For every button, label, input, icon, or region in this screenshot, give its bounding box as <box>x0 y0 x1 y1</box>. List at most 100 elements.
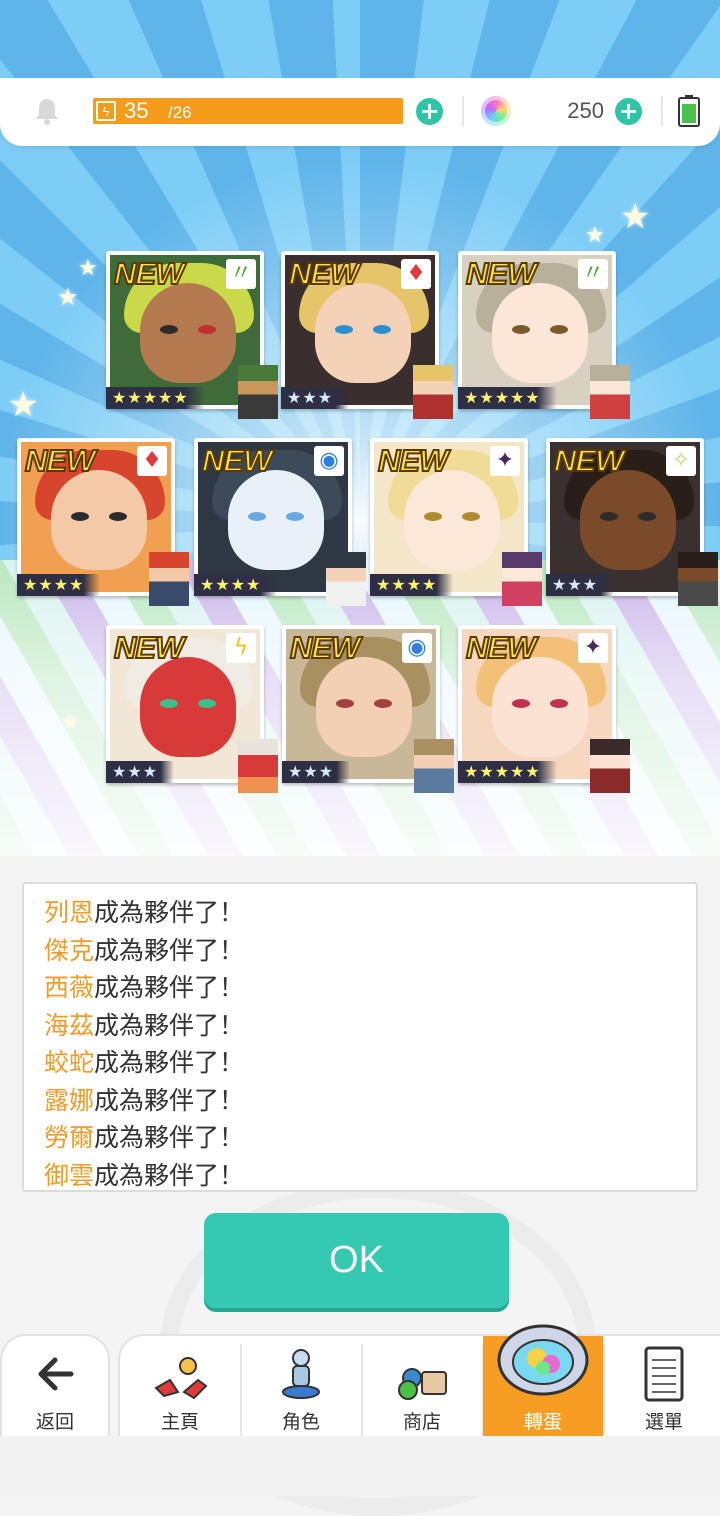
home-icon <box>154 1357 208 1400</box>
new-badge: NEW <box>377 442 449 479</box>
log-entry: 御雲成為夥伴了！ <box>44 1157 696 1191</box>
dark-attribute-icon: ✦ <box>578 633 608 663</box>
arrow-left-icon <box>38 1357 74 1391</box>
character-name: 西薇 <box>44 973 95 1002</box>
log-entry: 露娜成為夥伴了！ <box>44 1082 696 1120</box>
lightning-icon: ϟ <box>96 101 116 121</box>
add-stamina-button[interactable]: + <box>416 98 443 125</box>
fire-attribute-icon: ♦ <box>401 259 431 289</box>
add-gem-button[interactable]: + <box>615 98 642 125</box>
sparkle-star-icon: ★ <box>620 197 651 237</box>
gem-icon <box>481 96 511 126</box>
water-attribute-icon: ◉ <box>402 633 432 663</box>
nav-item-characters[interactable]: 角色 <box>241 1336 361 1438</box>
character-card[interactable]: NEW ✦ ★★★★★ <box>458 625 630 793</box>
log-message: 成為夥伴了！ <box>94 935 245 965</box>
back-button[interactable]: 返回 <box>0 1334 110 1436</box>
character-card[interactable]: NEW ◉ ★★★ <box>282 625 454 793</box>
nav-item-menu[interactable]: 選單 <box>604 1336 720 1438</box>
log-message: 成為夥伴了！ <box>94 973 245 1002</box>
character-card[interactable]: NEW ◉ ★★★★ <box>194 438 366 606</box>
character-name: 御雲 <box>44 1160 95 1190</box>
rarity-stars: ★★★★ <box>17 574 101 596</box>
new-badge: NEW <box>201 442 273 479</box>
log-message: 成為夥伴了！ <box>94 1123 245 1152</box>
divider <box>661 96 663 126</box>
light-attribute-icon: ✧ <box>666 446 696 476</box>
result-message-log[interactable]: 列恩成為夥伴了！ 傑克成為夥伴了！ 西薇成為夥伴了！ 海茲成為夥伴了！ 蛟蛇成為… <box>22 882 698 1192</box>
character-card[interactable]: NEW ♦ ★★★ <box>281 251 453 419</box>
rarity-stars: ★★★★★ <box>458 761 557 783</box>
log-message: 成為夥伴了！ <box>94 1085 245 1115</box>
character-name: 海茲 <box>44 1010 95 1040</box>
thunder-attribute-icon: ϟ <box>226 633 256 663</box>
rarity-stars: ★★★★★ <box>106 387 205 409</box>
new-badge: NEW <box>113 255 185 292</box>
system-gesture-area <box>0 1436 720 1496</box>
wind-attribute-icon: 〃 <box>578 259 608 289</box>
pixel-sprite <box>326 552 366 606</box>
sparkle-star-icon: ★ <box>78 256 98 281</box>
stamina-bar: ϟ 35 /26 <box>93 98 403 124</box>
pixel-sprite <box>238 365 278 419</box>
pixel-sprite <box>413 365 453 419</box>
rarity-stars: ★★★ <box>281 387 350 409</box>
nav-label: 主頁 <box>160 1411 199 1433</box>
gem-count: 250 <box>567 98 604 123</box>
character-card[interactable]: NEW 〃 ★★★★★ <box>458 251 630 419</box>
character-card[interactable]: NEW ✦ ★★★★ <box>370 438 542 606</box>
character-name: 傑克 <box>44 935 95 965</box>
sparkle-star-icon: ★ <box>60 710 80 735</box>
character-icon <box>282 1349 320 1399</box>
character-card[interactable]: NEW ♦ ★★★★ <box>17 438 189 606</box>
new-badge: NEW <box>465 629 537 666</box>
pixel-sprite <box>678 552 718 606</box>
nav-item-gacha[interactable]: 轉蛋 <box>483 1324 603 1438</box>
log-entry: 勞爾成為夥伴了！ <box>44 1119 696 1157</box>
pixel-sprite <box>238 739 278 793</box>
log-message: 成為夥伴了！ <box>94 1048 245 1077</box>
wind-attribute-icon: 〃 <box>226 259 256 289</box>
character-card[interactable]: NEW 〃 ★★★★★ <box>106 251 278 419</box>
new-badge: NEW <box>553 442 625 479</box>
status-bar: ϟ 35 /26 + 250 + <box>0 78 720 146</box>
battery-icon <box>678 95 700 127</box>
sparkle-star-icon: ★ <box>8 385 39 425</box>
character-name: 勞爾 <box>44 1123 95 1152</box>
rarity-stars: ★★★ <box>546 574 615 596</box>
pixel-sprite <box>414 739 454 793</box>
water-attribute-icon: ◉ <box>314 446 344 476</box>
log-entry: 傑克成為夥伴了！ <box>44 932 696 970</box>
nav-tab-bar: 主頁 角色 商店 轉蛋 選單 <box>118 1324 720 1438</box>
pixel-sprite <box>590 739 630 793</box>
character-card[interactable]: NEW ϟ ★★★ <box>106 625 278 793</box>
ok-button[interactable]: OK <box>204 1213 509 1308</box>
pixel-sprite <box>590 365 630 419</box>
rarity-stars: ★★★★ <box>370 574 454 596</box>
rarity-stars: ★★★ <box>282 761 351 783</box>
bell-icon[interactable] <box>32 96 62 126</box>
sparkle-star-icon: ★ <box>585 223 605 248</box>
back-label: 返回 <box>35 1411 74 1433</box>
log-entry: 蛟蛇成為夥伴了！ <box>44 1044 696 1082</box>
sparkle-star-icon: ★ <box>57 283 79 311</box>
character-name: 蛟蛇 <box>44 1048 95 1077</box>
nav-label: 商店 <box>402 1411 441 1433</box>
new-badge: NEW <box>289 629 361 666</box>
new-badge: NEW <box>465 255 537 292</box>
stamina-current: 35 <box>124 98 149 123</box>
menu-icon <box>644 1346 684 1402</box>
new-badge: NEW <box>113 629 185 666</box>
gacha-icon <box>497 1324 589 1396</box>
character-name: 列恩 <box>44 898 95 927</box>
nav-label: 角色 <box>281 1411 320 1433</box>
new-badge: NEW <box>288 255 360 292</box>
fire-attribute-icon: ♦ <box>137 446 167 476</box>
nav-item-shop[interactable]: 商店 <box>362 1336 482 1438</box>
rarity-stars: ★★★★★ <box>458 387 557 409</box>
nav-item-home[interactable]: 主頁 <box>120 1336 240 1438</box>
dark-attribute-icon: ✦ <box>490 446 520 476</box>
rarity-stars: ★★★ <box>106 761 175 783</box>
character-card[interactable]: NEW ✧ ★★★ <box>546 438 718 606</box>
pixel-sprite <box>149 552 189 606</box>
